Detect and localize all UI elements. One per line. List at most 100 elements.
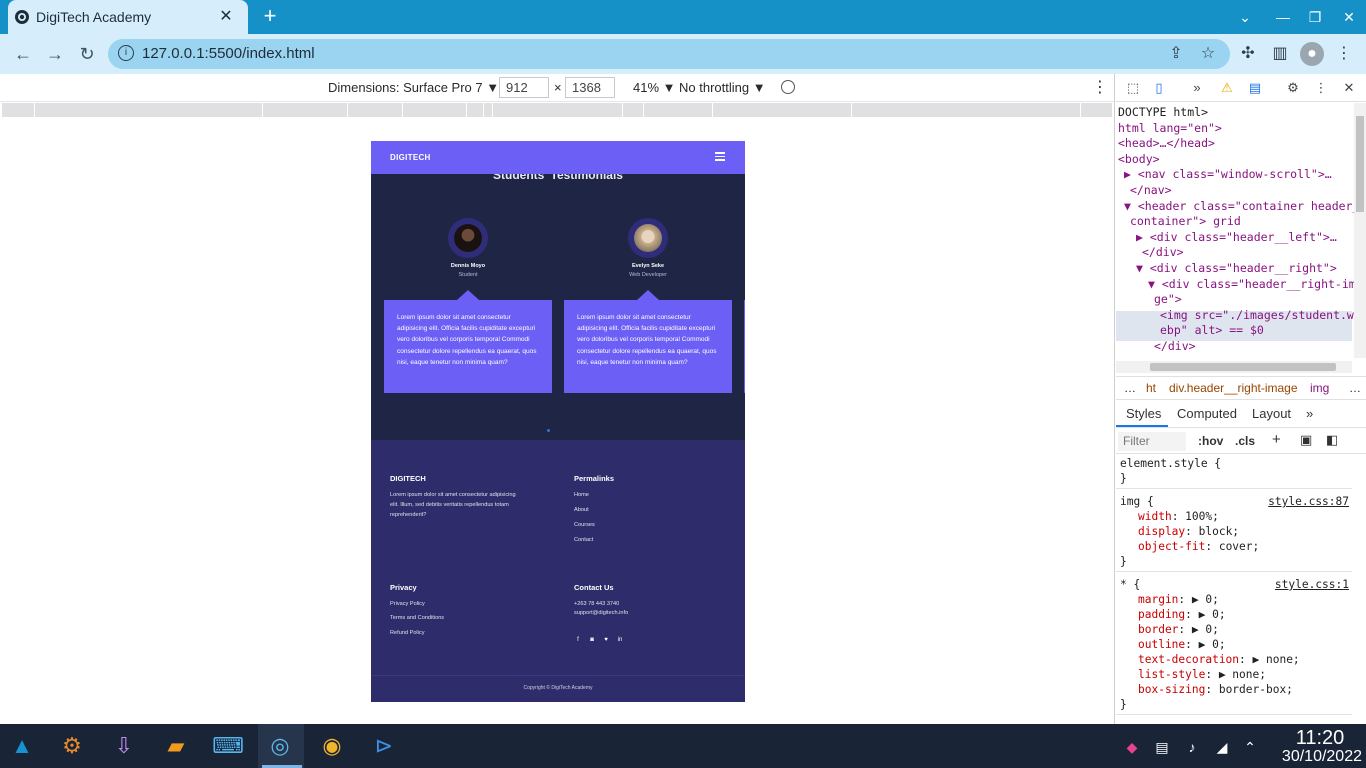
site-logo[interactable]: DIGITECH — [390, 153, 431, 162]
css-declaration[interactable]: box-sizing: border-box; — [1138, 683, 1293, 696]
tray-app-icon[interactable]: ◆ — [1122, 737, 1142, 757]
volume-icon[interactable]: ♪ — [1182, 737, 1202, 757]
reload-icon[interactable]: ↻ — [74, 42, 100, 66]
dom-node-line[interactable]: ▼ <div class="header__right-ima — [1148, 277, 1363, 291]
minimize-icon[interactable]: — — [1270, 6, 1296, 28]
rule-selector[interactable]: element.style { — [1120, 457, 1221, 470]
css-declaration[interactable]: list-style: ▶ none; — [1138, 668, 1266, 681]
device-width-input[interactable]: 912 — [499, 77, 549, 98]
breadcrumb-item[interactable]: img — [1310, 381, 1329, 395]
footer-link-courses[interactable]: Courses — [574, 522, 595, 528]
tab-close-icon[interactable]: ✕ — [216, 7, 236, 27]
bookmark-star-icon[interactable]: ☆ — [1196, 42, 1220, 66]
url-text[interactable]: 127.0.0.1:5500/index.html — [142, 45, 315, 62]
css-declaration[interactable]: text-decoration: ▶ none; — [1138, 653, 1300, 666]
firefox-icon[interactable]: ◉ — [316, 730, 348, 762]
chromium-icon[interactable]: ◎ — [264, 730, 296, 762]
zoom-select[interactable]: 41% ▼ — [633, 80, 676, 95]
new-rule-icon[interactable]: + — [1272, 431, 1281, 448]
tab-layout[interactable]: Layout — [1252, 406, 1291, 421]
rule-source-link[interactable]: style.css:87 — [1268, 495, 1349, 508]
footer-link-refund[interactable]: Refund Policy — [390, 630, 425, 636]
css-declaration[interactable]: object-fit: cover; — [1138, 540, 1259, 553]
device-toolbar-menu-icon[interactable]: ⋮ — [1092, 77, 1108, 97]
inspect-element-icon[interactable]: ⬚ — [1124, 79, 1142, 97]
footer-link-home[interactable]: Home — [574, 492, 589, 498]
dom-node-line[interactable]: ▶ <nav class="window-scroll">… — [1124, 167, 1332, 181]
close-window-icon[interactable]: ✕ — [1336, 6, 1362, 28]
restore-icon[interactable]: ❐ — [1302, 6, 1328, 28]
breadcrumb-item[interactable]: … — [1349, 381, 1361, 395]
tab-computed[interactable]: Computed — [1177, 406, 1237, 421]
footer-link-privacy-policy[interactable]: Privacy Policy — [390, 601, 425, 607]
css-declaration[interactable]: padding: ▶ 0; — [1138, 608, 1226, 621]
file-manager-icon[interactable]: ▰ — [160, 730, 192, 762]
tab-search-chevron-icon[interactable]: ⌄ — [1232, 6, 1258, 28]
share-icon[interactable]: ⇪ — [1164, 42, 1188, 66]
dom-node-line[interactable]: ▼ <div class="header__right"> — [1136, 261, 1337, 275]
rule-selector[interactable]: * { — [1120, 578, 1140, 591]
side-panel-icon[interactable]: ▥ — [1268, 42, 1292, 66]
profile-avatar-icon[interactable]: ● — [1300, 42, 1324, 66]
dom-node-line[interactable]: <head>…</head> — [1118, 136, 1215, 150]
footer-link-terms[interactable]: Terms and Conditions — [390, 615, 444, 621]
hover-state-toggle[interactable]: :hov — [1198, 434, 1223, 448]
back-icon[interactable]: ← — [10, 42, 36, 66]
site-info-icon[interactable]: i — [118, 45, 134, 61]
tab-styles[interactable]: Styles — [1126, 406, 1161, 421]
clock-date[interactable]: 30/10/2022 — [1270, 748, 1362, 766]
forward-icon[interactable]: → — [42, 42, 68, 66]
hamburger-menu-icon[interactable] — [715, 152, 725, 161]
dom-node-line[interactable]: </div> — [1142, 245, 1184, 259]
network-icon[interactable]: ◢ — [1212, 737, 1232, 757]
vscode-icon[interactable]: ⊳ — [368, 730, 400, 762]
dom-node-line[interactable]: container"> grid — [1130, 214, 1241, 228]
browser-menu-icon[interactable]: ⋮ — [1332, 42, 1356, 66]
settings-app-icon[interactable]: ⚙ — [56, 730, 88, 762]
paint-icon[interactable]: ▣ — [1300, 432, 1312, 448]
rotate-icon[interactable] — [781, 80, 795, 94]
breadcrumb-item[interactable]: … — [1124, 381, 1136, 395]
facebook-icon[interactable]: f — [574, 636, 582, 644]
terminal-icon[interactable]: ⌨ — [212, 730, 244, 762]
devtools-menu-icon[interactable]: ⋮ — [1312, 79, 1330, 97]
dom-node-line[interactable]: ▼ <header class="container header__ — [1124, 199, 1366, 213]
more-tabs-icon[interactable]: » — [1188, 79, 1206, 97]
device-dimensions-select[interactable]: Dimensions: Surface Pro 7 ▼ — [328, 80, 499, 95]
rule-selector[interactable]: img { — [1120, 495, 1154, 508]
dom-node-line[interactable]: ebp" alt> == $0 — [1160, 323, 1264, 337]
device-height-input[interactable]: 1368 — [565, 77, 615, 98]
css-declaration[interactable]: outline: ▶ 0; — [1138, 638, 1226, 651]
linkedin-icon[interactable]: in — [616, 636, 624, 644]
rule-source-link[interactable]: style.css:1 — [1275, 578, 1349, 591]
dom-node-line[interactable]: ▶ <div class="header__left">… — [1136, 230, 1337, 244]
warning-icon[interactable]: ⚠ — [1218, 79, 1236, 97]
tray-expand-icon[interactable]: ⌃ — [1240, 737, 1260, 757]
css-declaration[interactable]: border: ▶ 0; — [1138, 623, 1219, 636]
new-tab-button[interactable]: + — [258, 5, 282, 28]
devtools-settings-icon[interactable]: ⚙ — [1284, 79, 1302, 97]
dom-scroll-thumb[interactable] — [1356, 116, 1364, 212]
tab-more[interactable]: » — [1306, 406, 1313, 421]
slider-pagination-dot[interactable] — [547, 429, 550, 432]
devtools-close-icon[interactable]: ✕ — [1340, 79, 1358, 97]
dom-node-line[interactable]: <img src="./images/student.w — [1160, 308, 1354, 322]
throttling-select[interactable]: No throttling ▼ — [679, 80, 766, 95]
clock-time[interactable]: 11:20 — [1290, 727, 1350, 750]
styles-filter-input[interactable]: Filter — [1118, 432, 1186, 451]
twitter-icon[interactable]: ♥ — [602, 636, 610, 644]
footer-link-contact[interactable]: Contact — [574, 537, 593, 543]
dom-node-line[interactable]: </nav> — [1130, 183, 1172, 197]
dom-node-line[interactable]: DOCTYPE html> — [1118, 105, 1208, 119]
css-declaration[interactable]: width: 100%; — [1138, 510, 1219, 523]
dom-node-line[interactable]: ge"> — [1154, 292, 1182, 306]
sidebar-toggle-icon[interactable]: ◧ — [1326, 432, 1338, 448]
arch-launcher-icon[interactable]: ▲ — [6, 730, 38, 762]
css-declaration[interactable]: margin: ▶ 0; — [1138, 593, 1219, 606]
dom-node-line[interactable]: </div> — [1154, 339, 1196, 353]
instagram-icon[interactable]: ◙ — [588, 636, 596, 644]
class-toggle[interactable]: .cls — [1235, 434, 1255, 448]
dom-hscroll-thumb[interactable] — [1150, 363, 1336, 371]
clipboard-icon[interactable]: ▤ — [1152, 737, 1172, 757]
extensions-icon[interactable]: ✣ — [1236, 42, 1260, 66]
